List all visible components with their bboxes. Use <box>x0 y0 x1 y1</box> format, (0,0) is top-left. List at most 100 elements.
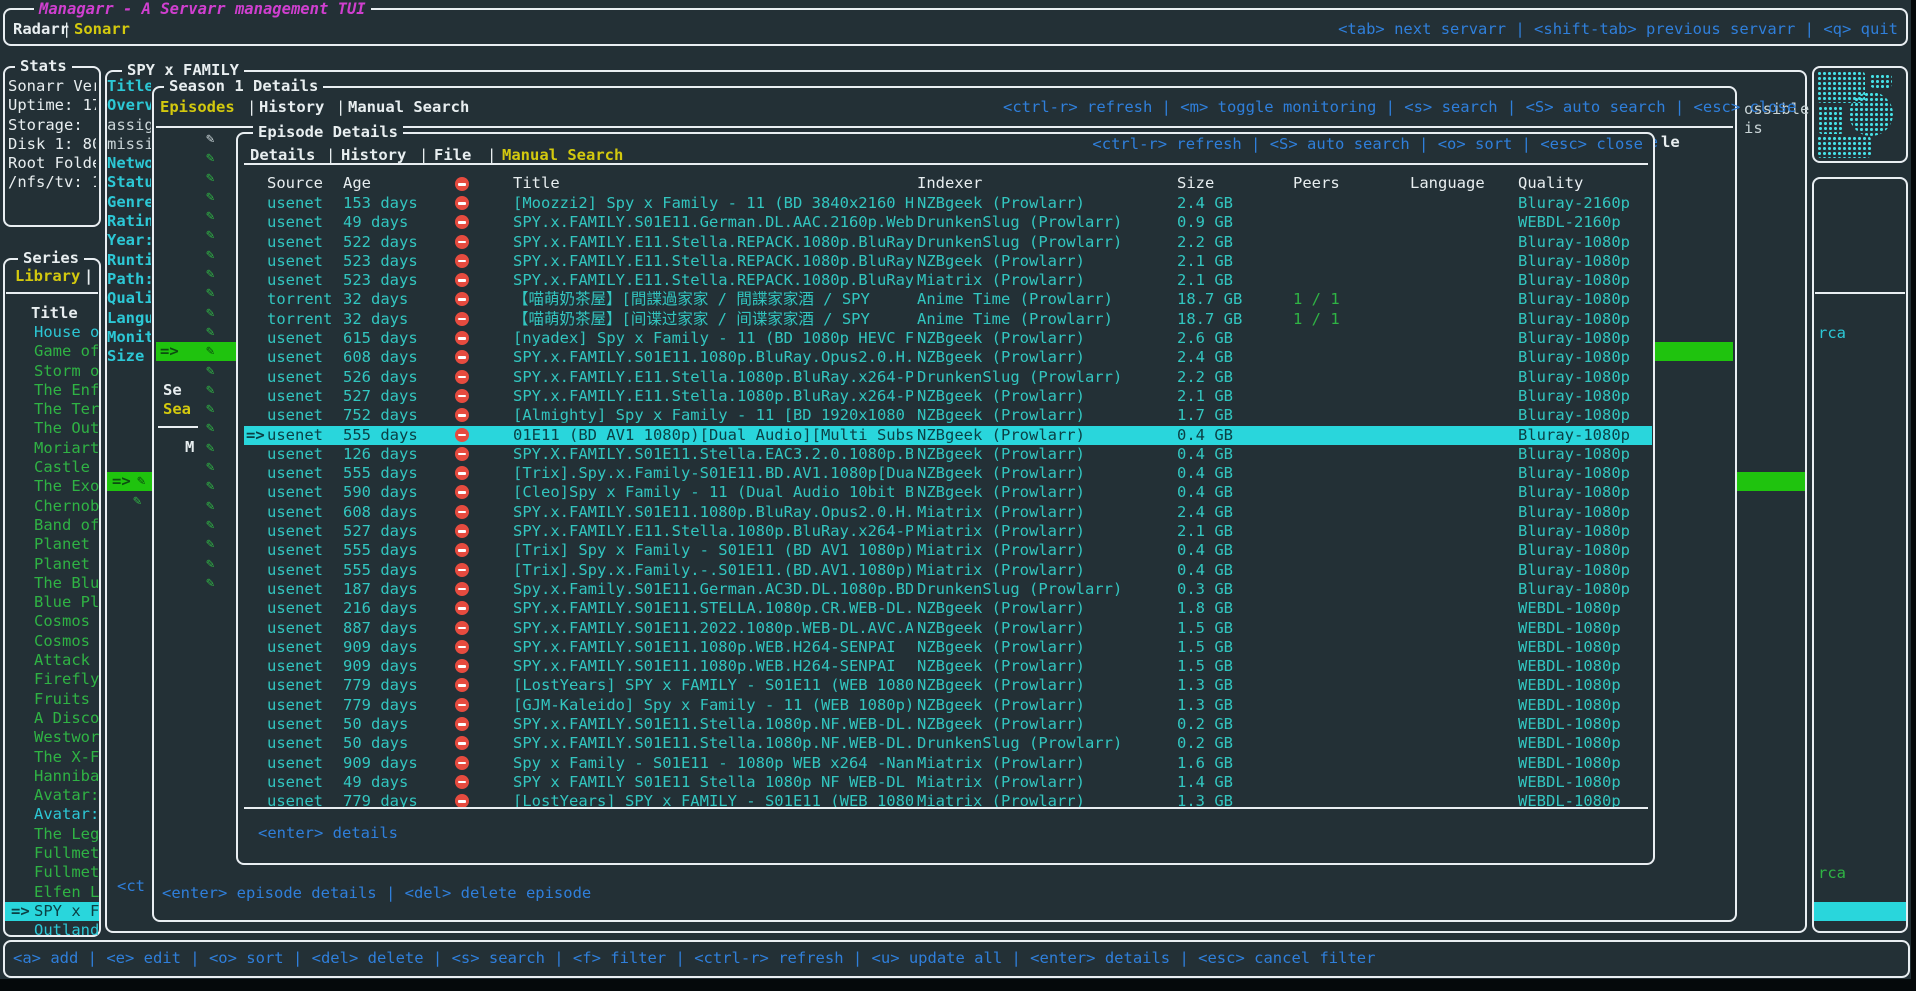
episode-row[interactable]: ✎ <box>206 342 226 361</box>
release-row[interactable]: usenet 555 days [Trix].Spy.x.Family-S01E… <box>244 464 1652 483</box>
tab-sonarr[interactable]: Sonarr <box>74 20 130 39</box>
series-row[interactable]: The Blu <box>5 574 99 593</box>
series-row[interactable]: Outland <box>5 921 99 940</box>
episode-row[interactable]: ✎ <box>206 207 226 226</box>
series-row[interactable]: Storm o <box>5 362 99 381</box>
series-row[interactable]: The X-F <box>5 748 99 767</box>
series-row[interactable]: Moriart <box>5 439 99 458</box>
episode-row[interactable]: ✎ <box>206 323 226 342</box>
release-row[interactable]: usenet 608 days SPY.x.FAMILY.S01E11.1080… <box>244 503 1652 522</box>
series-row[interactable]: The Leg <box>5 825 99 844</box>
series-row[interactable]: Planet <box>5 535 99 554</box>
no-entry-icon <box>455 601 469 615</box>
series-row[interactable]: Game of <box>5 342 99 361</box>
series-row[interactable]: => SPY x F <box>5 902 99 921</box>
series-row[interactable]: Firefly <box>5 670 99 689</box>
series-row[interactable]: House o <box>5 323 99 342</box>
release-row[interactable]: usenet 50 days SPY.x.FAMILY.S01E11.Stell… <box>244 734 1652 753</box>
release-row[interactable]: usenet 909 days Spy x Family - S01E11 - … <box>244 754 1652 773</box>
series-row[interactable]: Planet <box>5 555 99 574</box>
release-row[interactable]: usenet 527 days SPY.x.FAMILY.E11.Stella.… <box>244 522 1652 541</box>
episode-row[interactable]: ✎ <box>206 419 226 438</box>
series-row[interactable]: Elfen L <box>5 883 99 902</box>
series-row[interactable]: A Disco <box>5 709 99 728</box>
release-indexer: NZBgeek (Prowlarr) <box>917 696 1173 715</box>
series-row[interactable]: Westwor <box>5 728 99 747</box>
episode-row[interactable]: ✎ <box>206 149 226 168</box>
pencil-icon: ✎ <box>206 439 214 458</box>
episode-row[interactable]: ✎ <box>206 535 226 554</box>
release-size: 2.1 GB <box>1177 271 1233 290</box>
episode-row[interactable]: ✎ <box>206 555 226 574</box>
release-row[interactable]: usenet 527 days SPY.x.FAMILY.E11.Stella.… <box>244 387 1652 406</box>
release-row[interactable]: usenet 887 days SPY.x.FAMILY.S01E11.2022… <box>244 619 1652 638</box>
episode-row[interactable]: ✎ <box>206 439 226 458</box>
series-row[interactable]: The Out <box>5 419 99 438</box>
release-row[interactable]: usenet 49 days SPY.x.FAMILY.S01E11.Germa… <box>244 213 1652 232</box>
release-row[interactable]: usenet 187 days Spy.x.Family.S01E11.Germ… <box>244 580 1652 599</box>
episode-row[interactable]: ✎ <box>206 497 226 516</box>
tab-episodes[interactable]: Episodes <box>160 98 235 117</box>
series-row[interactable]: Fullmet <box>5 844 99 863</box>
release-quality: Bluray-1080p <box>1518 503 1630 522</box>
episode-row[interactable]: ✎ <box>206 516 226 535</box>
series-row[interactable]: Band of <box>5 516 99 535</box>
release-row[interactable]: usenet 752 days [Almighty] Spy x Family … <box>244 406 1652 425</box>
release-row[interactable]: usenet 523 days SPY.x.FAMILY.E11.Stella.… <box>244 252 1652 271</box>
release-source: usenet <box>267 522 323 541</box>
tab-radarr[interactable]: Radarr <box>13 20 69 39</box>
tab-library[interactable]: Library <box>15 267 80 286</box>
episode-row[interactable]: ✎ <box>206 458 226 477</box>
release-row[interactable]: usenet 50 days SPY.x.FAMILY.S01E11.Stell… <box>244 715 1652 734</box>
release-row[interactable]: usenet 526 days SPY.x.FAMILY.E11.Stella.… <box>244 368 1652 387</box>
release-row[interactable]: usenet 555 days [Trix].Spy.x.Family.-.S0… <box>244 561 1652 580</box>
release-row[interactable]: usenet 909 days SPY.x.FAMILY.S01E11.1080… <box>244 638 1652 657</box>
series-row[interactable]: Cosmos <box>5 632 99 651</box>
episode-row[interactable]: ✎ <box>206 246 226 265</box>
series-row[interactable]: Castle <box>5 458 99 477</box>
episode-row[interactable]: ✎ <box>206 362 226 381</box>
series-row[interactable]: Fullmet <box>5 863 99 882</box>
release-row[interactable]: usenet 590 days [Cleo]Spy x Family - 11 … <box>244 483 1652 502</box>
series-row[interactable]: Attack <box>5 651 99 670</box>
release-row[interactable]: usenet 49 days SPY x FAMILY S01E11 Stell… <box>244 773 1652 792</box>
release-row[interactable]: usenet 779 days [LostYears] SPY x FAMILY… <box>244 676 1652 695</box>
release-row[interactable]: usenet 555 days [Trix] Spy x Family - S0… <box>244 541 1652 560</box>
episode-row[interactable]: ✎ <box>206 188 226 207</box>
release-row[interactable]: usenet 523 days SPY.x.FAMILY.E11.Stella.… <box>244 271 1652 290</box>
tab-history[interactable]: History <box>259 98 324 117</box>
series-row[interactable]: The Exo <box>5 477 99 496</box>
release-row[interactable]: usenet 153 days [Moozzi2] Spy x Family -… <box>244 194 1652 213</box>
series-row[interactable]: Blue Pl <box>5 593 99 612</box>
episode-row[interactable]: ✎ <box>206 400 226 419</box>
release-row[interactable]: usenet 126 days SPY.X.FAMILY.S01E11.Stel… <box>244 445 1652 464</box>
release-row[interactable]: usenet 779 days [GJM-Kaleido] Spy x Fami… <box>244 696 1652 715</box>
series-row[interactable]: Fruits <box>5 690 99 709</box>
episode-row[interactable]: ✎ <box>206 169 226 188</box>
release-row[interactable]: torrent 32 days 【喵萌奶茶屋】[间谍过家家 / 间谍家家酒 / … <box>244 310 1652 329</box>
release-row[interactable]: usenet 522 days SPY.x.FAMILY.E11.Stella.… <box>244 233 1652 252</box>
series-row[interactable]: Chernob <box>5 497 99 516</box>
episode-row[interactable]: ✎ <box>206 477 226 496</box>
episode-row[interactable]: ✎ <box>206 226 226 245</box>
series-row[interactable]: Avatar: <box>5 805 99 824</box>
release-row[interactable]: usenet 615 days [nyadex] Spy x Family - … <box>244 329 1652 348</box>
episode-row[interactable]: ✎ <box>206 304 226 323</box>
release-row[interactable]: torrent 32 days 【喵萌奶茶屋】[間諜過家家 / 間諜家家酒 / … <box>244 290 1652 309</box>
series-row[interactable]: The Ter <box>5 400 99 419</box>
series-row[interactable]: The Enf <box>5 381 99 400</box>
episode-row[interactable]: ✎ <box>206 265 226 284</box>
release-row[interactable]: usenet 216 days SPY.x.FAMILY.S01E11.STEL… <box>244 599 1652 618</box>
selected-series-row-highlight[interactable] <box>1814 902 1906 921</box>
series-row[interactable]: Avatar: <box>5 786 99 805</box>
episode-row[interactable]: ✎ <box>206 574 226 593</box>
series-row[interactable]: Hanniba <box>5 767 99 786</box>
release-row[interactable]: => usenet 555 days 01E11 (BD AV1 1080p)[… <box>244 426 1652 445</box>
episode-row[interactable]: ✎ <box>206 130 226 149</box>
release-row[interactable]: usenet 909 days SPY.x.FAMILY.S01E11.1080… <box>244 657 1652 676</box>
episode-row[interactable]: ✎ <box>206 284 226 303</box>
episode-row[interactable]: ✎ <box>206 381 226 400</box>
release-row[interactable]: usenet 608 days SPY.x.FAMILY.S01E11.1080… <box>244 348 1652 367</box>
tab-manual-search[interactable]: Manual Search <box>348 98 469 117</box>
series-row[interactable]: Cosmos <box>5 612 99 631</box>
